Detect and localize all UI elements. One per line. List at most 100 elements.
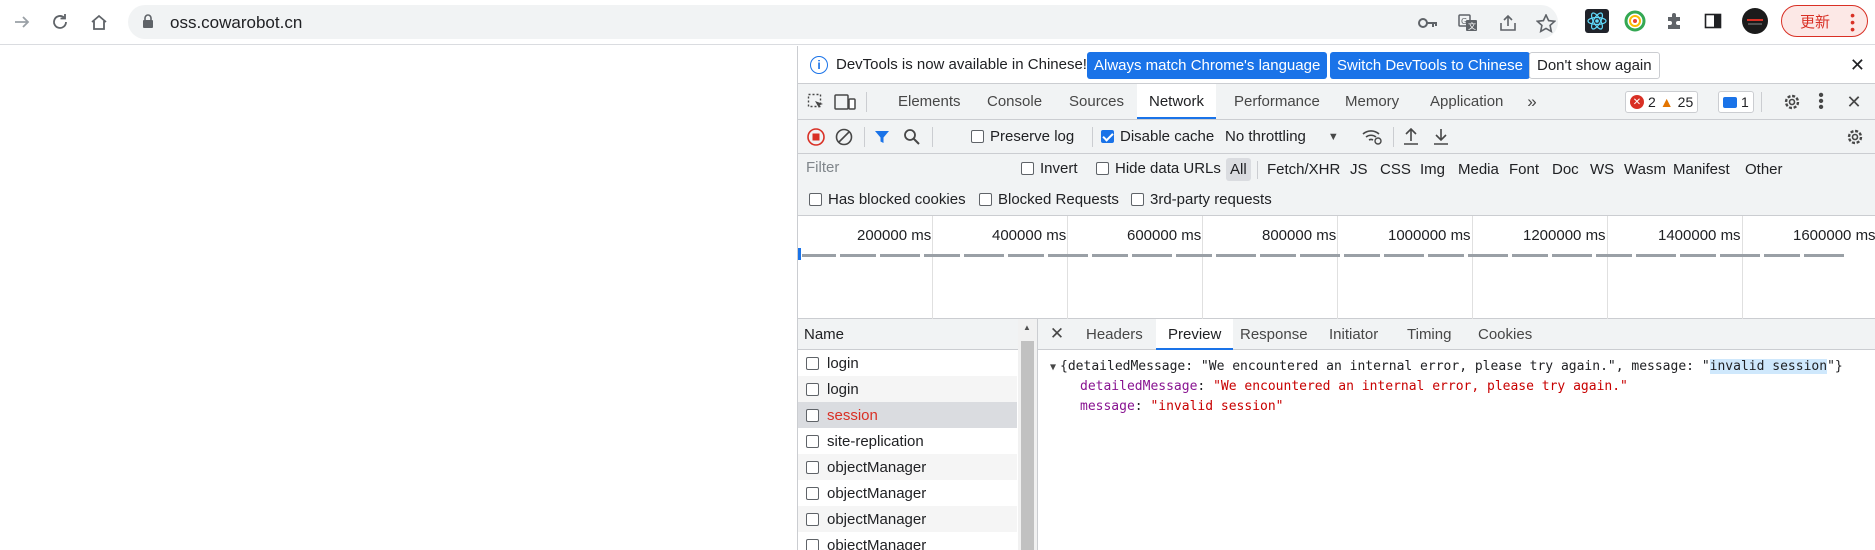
preview-property-detailed-message[interactable]: detailedMessage: "We encountered an inte…	[1080, 379, 1628, 394]
checkbox-box[interactable]	[979, 193, 992, 206]
checkbox-box[interactable]	[1021, 162, 1034, 175]
address-bar[interactable]: oss.cowarobot.cn G文	[128, 5, 1558, 39]
row-checkbox[interactable]	[806, 356, 819, 370]
inspect-element-icon[interactable]	[806, 92, 826, 112]
react-devtools-extension-icon[interactable]	[1584, 8, 1610, 34]
device-toolbar-icon[interactable]	[834, 92, 856, 112]
filter-funnel-icon[interactable]	[872, 127, 892, 147]
hide-data-urls-checkbox[interactable]: Hide data URLs	[1096, 160, 1221, 177]
filter-type-media[interactable]: Media	[1454, 158, 1503, 181]
key-icon[interactable]	[1418, 13, 1438, 33]
settings-gear-icon[interactable]	[1781, 91, 1803, 113]
close-detail-icon[interactable]: ✕	[1048, 324, 1066, 343]
always-match-language-button[interactable]: Always match Chrome's language	[1087, 52, 1328, 79]
filter-type-font[interactable]: Font	[1505, 158, 1543, 181]
detail-tab-headers[interactable]: Headers	[1086, 319, 1143, 350]
request-name[interactable]: objectManager	[827, 511, 926, 528]
record-stop-icon[interactable]	[806, 127, 826, 147]
detail-tab-cookies[interactable]: Cookies	[1478, 319, 1532, 350]
checkbox-box[interactable]	[1101, 130, 1114, 143]
puzzle-extensions-icon[interactable]	[1662, 8, 1688, 34]
filter-type-all[interactable]: All	[1226, 158, 1251, 181]
row-checkbox[interactable]	[806, 382, 819, 396]
detail-tab-response[interactable]: Response	[1240, 319, 1308, 350]
tab-elements[interactable]: Elements	[898, 84, 961, 119]
lock-icon[interactable]	[142, 14, 154, 33]
filter-type-img[interactable]: Img	[1416, 158, 1449, 181]
dont-show-again-button[interactable]: Don't show again	[1529, 52, 1660, 79]
side-panel-icon[interactable]	[1700, 8, 1726, 34]
reload-icon[interactable]	[46, 8, 74, 36]
request-row[interactable]: login	[798, 350, 1017, 376]
detail-tab-timing[interactable]: Timing	[1407, 319, 1451, 350]
tab-sources[interactable]: Sources	[1069, 84, 1124, 119]
translate-icon[interactable]: G文	[1458, 13, 1478, 33]
detail-tab-preview[interactable]: Preview	[1156, 319, 1234, 350]
row-checkbox[interactable]	[806, 486, 819, 500]
invert-checkbox[interactable]: Invert	[1021, 160, 1078, 177]
filter-type-ws[interactable]: WS	[1586, 158, 1618, 181]
row-checkbox[interactable]	[806, 512, 819, 526]
request-name[interactable]: objectManager	[827, 537, 926, 550]
network-overview-timeline[interactable]: 200000 ms 400000 ms 600000 ms 800000 ms …	[798, 216, 1875, 319]
tab-network[interactable]: Network	[1137, 84, 1217, 119]
request-name[interactable]: site-replication	[827, 433, 924, 450]
home-icon[interactable]	[85, 8, 113, 36]
tab-memory[interactable]: Memory	[1345, 84, 1399, 119]
request-name[interactable]: session	[827, 407, 878, 424]
throttling-select[interactable]: No throttling ▼	[1225, 128, 1339, 145]
network-conditions-wifi-icon[interactable]	[1361, 127, 1383, 147]
request-name[interactable]: objectManager	[827, 485, 926, 502]
filter-type-fetch-xhr[interactable]: Fetch/XHR	[1263, 158, 1344, 181]
request-list-scrollbar[interactable]: ▲	[1018, 319, 1037, 550]
star-bookmark-icon[interactable]	[1536, 13, 1556, 33]
blocked-requests-checkbox[interactable]: Blocked Requests	[979, 191, 1119, 208]
more-options-icon[interactable]: • • •	[1814, 88, 1828, 116]
filter-type-other[interactable]: Other	[1741, 158, 1787, 181]
close-devtools-icon[interactable]: ✕	[1844, 91, 1864, 113]
update-button[interactable]: 更新 • • •	[1781, 5, 1868, 37]
preview-property-message[interactable]: message: "invalid session"	[1080, 399, 1284, 414]
has-blocked-cookies-checkbox[interactable]: Has blocked cookies	[809, 191, 966, 208]
detail-tab-initiator[interactable]: Initiator	[1329, 319, 1378, 350]
forward-arrow-icon[interactable]	[8, 8, 36, 36]
preview-summary-line[interactable]: ▼ {detailedMessage: "We encountered an in…	[1050, 359, 1843, 374]
request-name[interactable]: objectManager	[827, 459, 926, 476]
expand-triangle-icon[interactable]: ▼	[1050, 362, 1056, 373]
scrollbar-thumb[interactable]	[1021, 341, 1034, 550]
search-icon[interactable]	[902, 127, 922, 147]
row-checkbox[interactable]	[806, 538, 819, 550]
checkbox-box[interactable]	[809, 193, 822, 206]
checkbox-box[interactable]	[971, 130, 984, 143]
name-column-header[interactable]: Name	[798, 319, 1018, 350]
third-party-requests-checkbox[interactable]: 3rd-party requests	[1131, 191, 1272, 208]
clear-icon[interactable]	[834, 127, 854, 147]
filter-type-doc[interactable]: Doc	[1548, 158, 1583, 181]
scroll-up-arrow-icon[interactable]: ▲	[1023, 323, 1031, 332]
request-row[interactable]: login	[798, 376, 1017, 402]
export-har-download-icon[interactable]	[1431, 127, 1451, 147]
color-wheel-extension-icon[interactable]	[1622, 8, 1648, 34]
row-checkbox[interactable]	[806, 408, 819, 422]
request-row[interactable]: objectManager	[798, 454, 1017, 480]
request-row[interactable]: objectManager	[798, 532, 1017, 550]
profile-avatar[interactable]	[1742, 8, 1768, 34]
request-row[interactable]: objectManager	[798, 506, 1017, 532]
row-checkbox[interactable]	[806, 434, 819, 448]
filter-input[interactable]: Filter	[804, 159, 1004, 181]
more-tabs-chevron-icon[interactable]: »	[1522, 90, 1542, 114]
filter-type-css[interactable]: CSS	[1376, 158, 1415, 181]
network-settings-gear-icon[interactable]	[1844, 127, 1866, 147]
request-row[interactable]: objectManager	[798, 480, 1017, 506]
filter-type-manifest[interactable]: Manifest	[1669, 158, 1734, 181]
filter-type-wasm[interactable]: Wasm	[1620, 158, 1670, 181]
filter-type-js[interactable]: JS	[1346, 158, 1372, 181]
url-text[interactable]: oss.cowarobot.cn	[170, 13, 302, 33]
checkbox-box[interactable]	[1131, 193, 1144, 206]
close-icon[interactable]: ✕	[1850, 55, 1865, 76]
switch-to-chinese-button[interactable]: Switch DevTools to Chinese	[1330, 52, 1530, 79]
disable-cache-checkbox[interactable]: Disable cache	[1101, 128, 1214, 145]
preserve-log-checkbox[interactable]: Preserve log	[971, 128, 1074, 145]
tab-console[interactable]: Console	[987, 84, 1042, 119]
request-name[interactable]: login	[827, 381, 859, 398]
